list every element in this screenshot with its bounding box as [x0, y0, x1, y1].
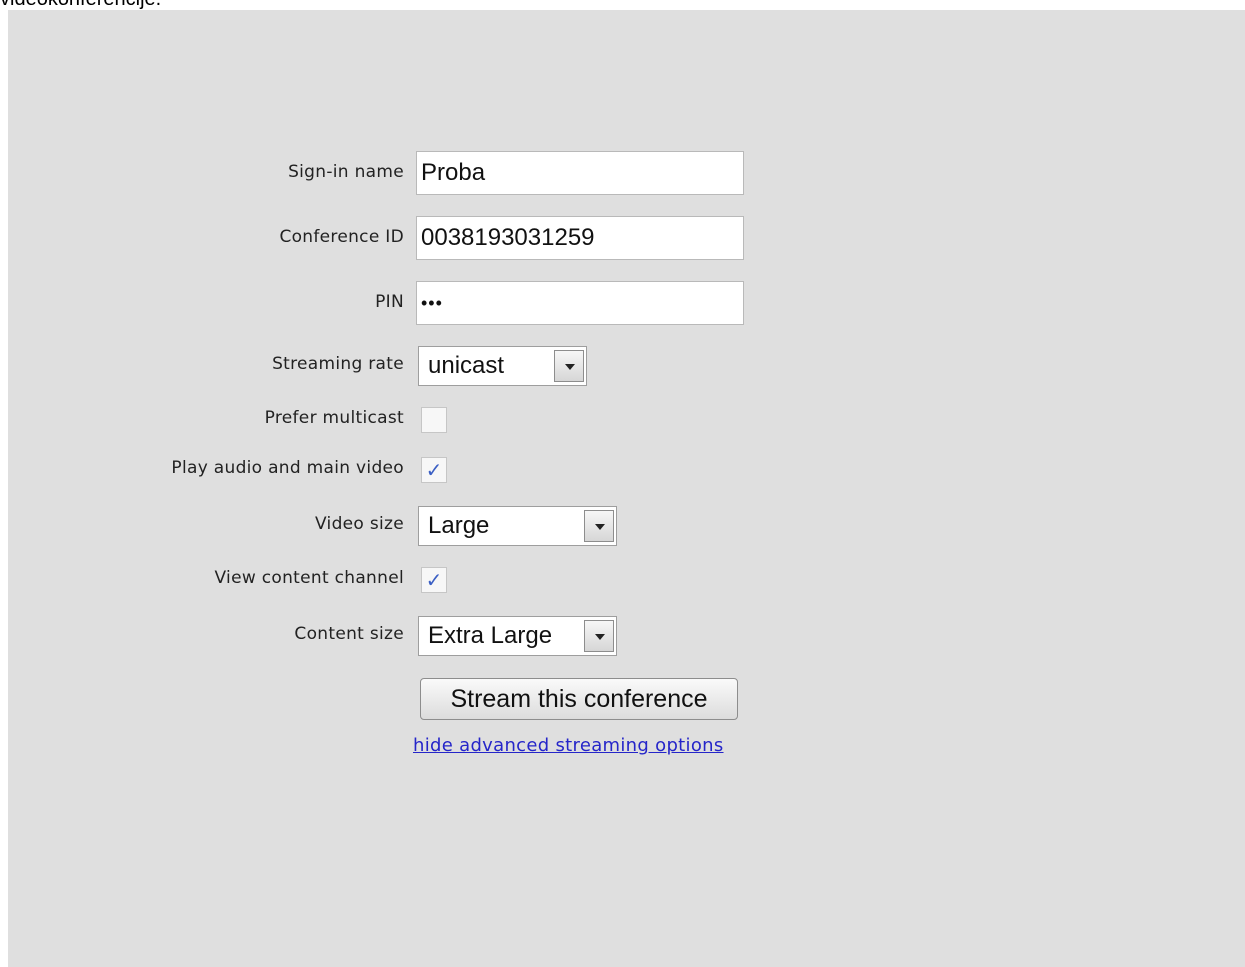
sign-in-name-input[interactable]: Proba — [416, 151, 744, 195]
content-size-label: Content size — [294, 624, 404, 644]
chevron-down-icon[interactable] — [584, 510, 614, 542]
view-content-channel-checkbox[interactable]: ✓ — [421, 567, 447, 593]
stream-conference-button[interactable]: Stream this conference — [420, 678, 738, 720]
play-audio-main-video-label: Play audio and main video — [171, 458, 404, 478]
pin-label: PIN — [375, 292, 404, 312]
view-content-channel-label: View content channel — [214, 568, 404, 588]
streaming-rate-label: Streaming rate — [272, 354, 404, 374]
conference-id-label: Conference ID — [279, 227, 404, 247]
streaming-rate-select[interactable]: unicast — [418, 346, 587, 386]
prefer-multicast-label: Prefer multicast — [264, 408, 404, 428]
play-audio-main-video-checkbox[interactable]: ✓ — [421, 457, 447, 483]
chevron-down-icon[interactable] — [554, 350, 584, 382]
content-size-select[interactable]: Extra Large — [418, 616, 617, 656]
content-size-value: Extra Large — [428, 622, 553, 649]
video-size-label: Video size — [315, 514, 404, 534]
chevron-down-icon[interactable] — [584, 620, 614, 652]
prefer-multicast-checkbox[interactable] — [421, 407, 447, 433]
video-size-select[interactable]: Large — [418, 506, 617, 546]
video-size-value: Large — [428, 512, 490, 539]
sign-in-name-label: Sign-in name — [288, 162, 404, 182]
hide-advanced-options-link[interactable]: hide advanced streaming options — [413, 735, 724, 756]
pin-input[interactable]: ••• — [416, 281, 744, 325]
streaming-rate-value: unicast — [428, 352, 505, 379]
conference-id-input[interactable]: 0038193031259 — [416, 216, 744, 260]
